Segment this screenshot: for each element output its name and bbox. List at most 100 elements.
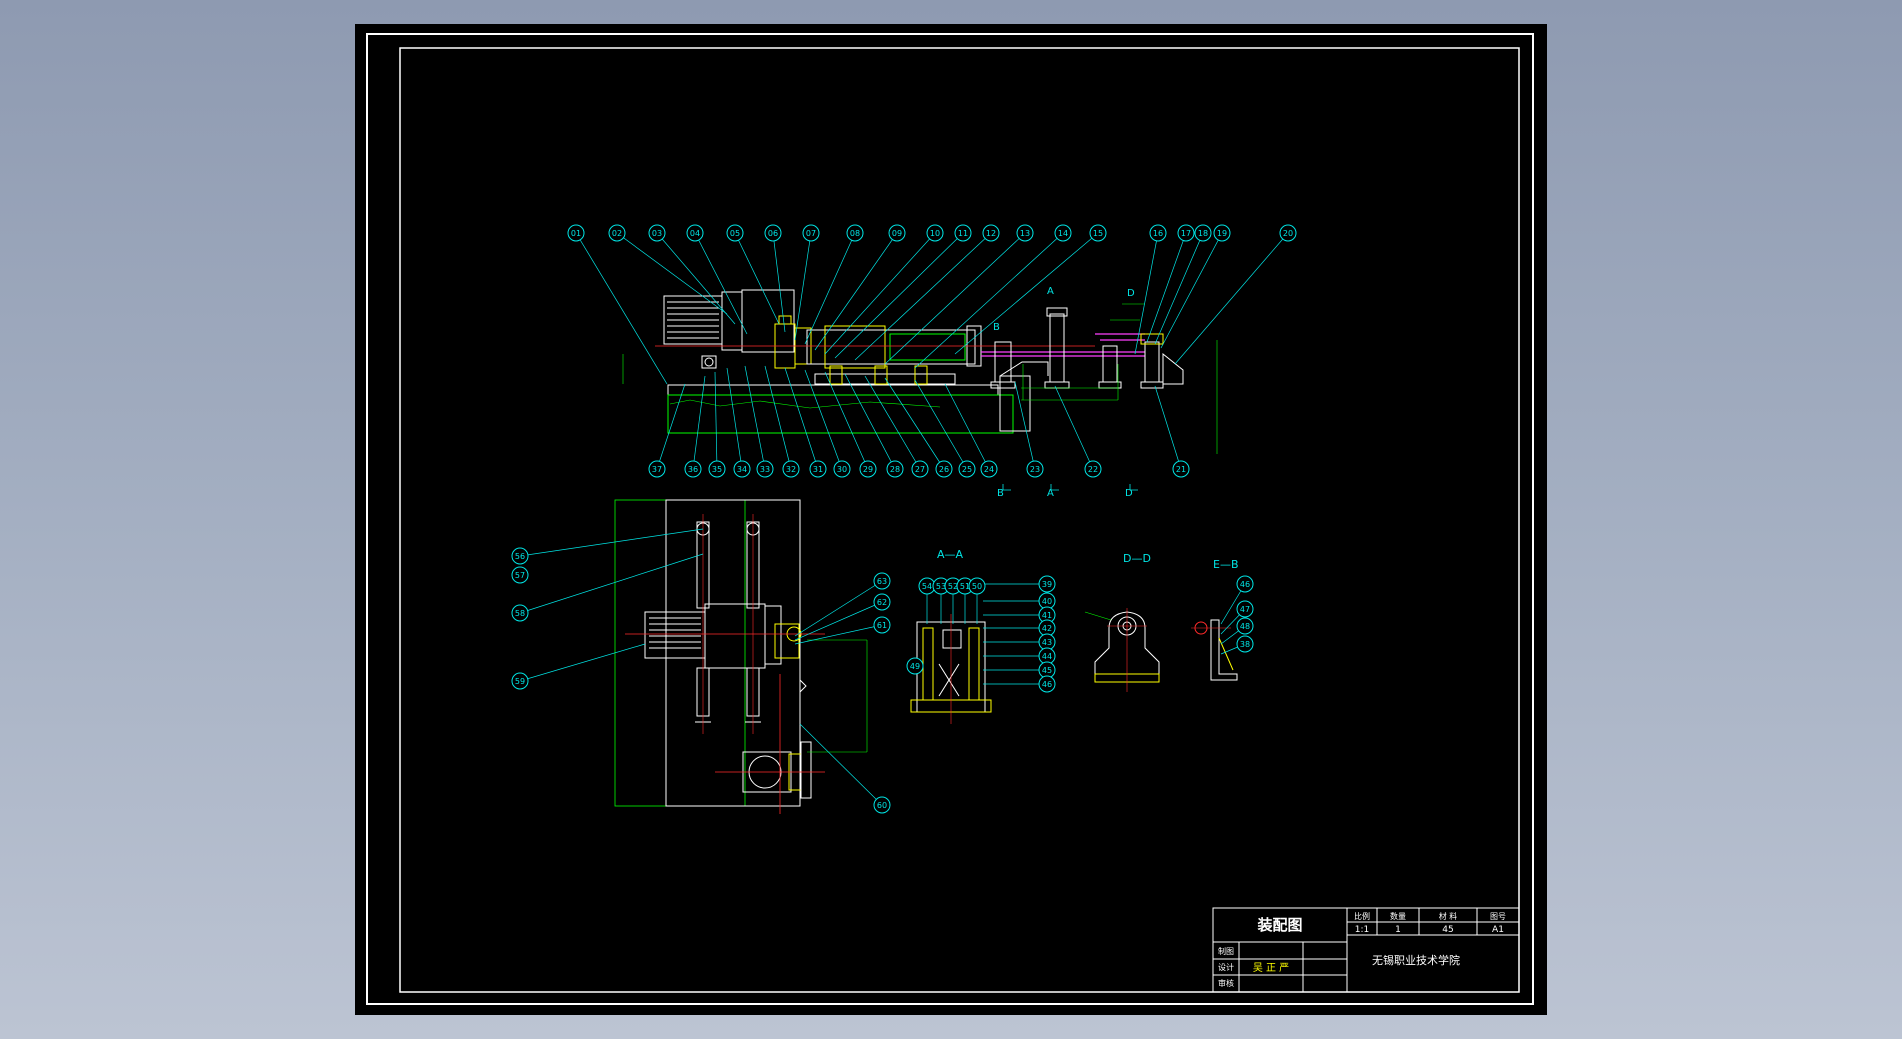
balloon-number: 23 [1030, 465, 1040, 474]
leader-line [944, 383, 990, 470]
part-balloon-21: 21 [1172, 460, 1190, 478]
balloon-number: 07 [806, 229, 816, 238]
inner-border [399, 47, 1520, 993]
leader-line [1154, 232, 1204, 345]
part-balloon-26: 26 [935, 460, 953, 478]
balloon-number: 04 [690, 229, 700, 238]
leader-line [1160, 232, 1223, 349]
section-marker-d-top: D [1127, 288, 1135, 299]
leader-line [914, 379, 968, 470]
section-eb-label: E—B [1213, 558, 1239, 571]
leader-line [884, 232, 1026, 365]
balloon-number: 36 [688, 465, 698, 474]
balloon-number: 20 [1283, 229, 1293, 238]
balloon-number: 10 [930, 229, 940, 238]
drawing-canvas: A D B B A D A—A D—D E—B 01 02 03 04 05 0… [366, 33, 1534, 1005]
balloon-number: 08 [850, 229, 860, 238]
header-label-qty: 数量 [1390, 911, 1406, 921]
balloon-number: 34 [737, 465, 747, 474]
header-label-drawing-no: 图号 [1490, 912, 1506, 921]
balloon-number: 41 [1042, 611, 1052, 620]
part-balloon-38: 38 [1236, 635, 1254, 653]
leader-line [824, 371, 869, 470]
part-balloon-47: 47 [1236, 600, 1254, 618]
leader-line [656, 383, 686, 470]
balloon-number: 31 [813, 465, 823, 474]
balloon-number: 35 [712, 465, 722, 474]
leader-line [1054, 385, 1094, 470]
balloon-number: 63 [877, 577, 887, 586]
part-balloon-37: 37 [648, 460, 666, 478]
part-balloon-16: 16 [1149, 224, 1167, 242]
balloon-number: 46 [1042, 680, 1052, 689]
leader-line [575, 232, 668, 385]
balloon-number: 03 [652, 229, 662, 238]
part-balloons: 01 02 03 04 05 06 07 08 09 10 11 12 13 14 15 16 17 18 19 20… [511, 224, 1297, 814]
plan-view [614, 499, 868, 814]
balloon-number: 54 [922, 582, 932, 591]
leader-line [1014, 381, 1036, 470]
part-balloon-11: 11 [954, 224, 972, 242]
balloon-number: 50 [972, 582, 982, 591]
balloon-number: 47 [1240, 605, 1250, 614]
balloon-number: 02 [612, 229, 622, 238]
part-balloon-36: 36 [684, 460, 702, 478]
part-balloon-59: 59 [511, 672, 529, 690]
balloon-number: 29 [863, 465, 873, 474]
section-marker-b-top: B [993, 322, 1000, 333]
part-balloon-22: 22 [1084, 460, 1102, 478]
part-balloon-17: 17 [1177, 224, 1195, 242]
balloon-number: 48 [1240, 622, 1250, 631]
part-balloon-34: 34 [733, 460, 751, 478]
balloon-number: 19 [1217, 229, 1227, 238]
balloon-number: 60 [877, 801, 887, 810]
leader-line [726, 367, 743, 470]
part-balloon-18: 18 [1194, 224, 1212, 242]
leader-line [804, 232, 856, 345]
part-balloon-35: 35 [708, 460, 726, 478]
balloon-number: 56 [515, 552, 525, 561]
institution-name: 无锡职业技术学院 [1372, 953, 1460, 967]
part-balloon-09: 09 [888, 224, 906, 242]
leader-line [519, 528, 704, 557]
balloon-number: 25 [962, 465, 972, 474]
leader-line [1154, 385, 1182, 470]
leader-line [824, 232, 936, 355]
part-balloon-29: 29 [859, 460, 877, 478]
section-view-eb: E—B [1191, 558, 1239, 681]
balloon-number: 57 [515, 571, 525, 580]
balloon-number: 28 [890, 465, 900, 474]
balloon-number: 42 [1042, 624, 1052, 633]
header-value-material: 45 [1442, 925, 1453, 935]
row-label-review: 审核 [1218, 978, 1234, 988]
part-balloon-46: 46 [1236, 575, 1254, 593]
balloon-number: 16 [1153, 229, 1163, 238]
part-balloon-10: 10 [926, 224, 944, 242]
balloon-number: 22 [1088, 465, 1098, 474]
part-balloon-62: 62 [873, 593, 891, 611]
section-marker-a-top: A [1047, 286, 1054, 297]
balloon-number: 32 [786, 465, 796, 474]
part-balloon-48: 48 [1236, 617, 1254, 635]
leader-line [794, 232, 812, 341]
balloon-number: 13 [1020, 229, 1030, 238]
balloon-number: 05 [730, 229, 740, 238]
header-value-scale: 1:1 [1355, 925, 1369, 935]
part-balloon-39: 39 [1038, 575, 1056, 593]
balloon-number: 39 [1042, 580, 1052, 589]
part-balloon-63: 63 [873, 572, 891, 590]
balloon-number: 49 [910, 662, 920, 671]
leader-lines [519, 232, 1289, 806]
balloon-number: 12 [986, 229, 996, 238]
leader-line [1174, 232, 1289, 365]
leader-line [914, 232, 1064, 369]
leader-line [656, 232, 736, 325]
section-aa-label: A—A [937, 548, 964, 561]
leader-line [834, 232, 964, 359]
drawing-title: 装配图 [1256, 916, 1302, 934]
row-label-drafting: 制图 [1218, 946, 1234, 956]
balloon-number: 30 [837, 465, 847, 474]
part-balloon-19: 19 [1213, 224, 1231, 242]
row-label-design: 设计 [1218, 962, 1234, 972]
part-balloon-06: 06 [764, 224, 782, 242]
